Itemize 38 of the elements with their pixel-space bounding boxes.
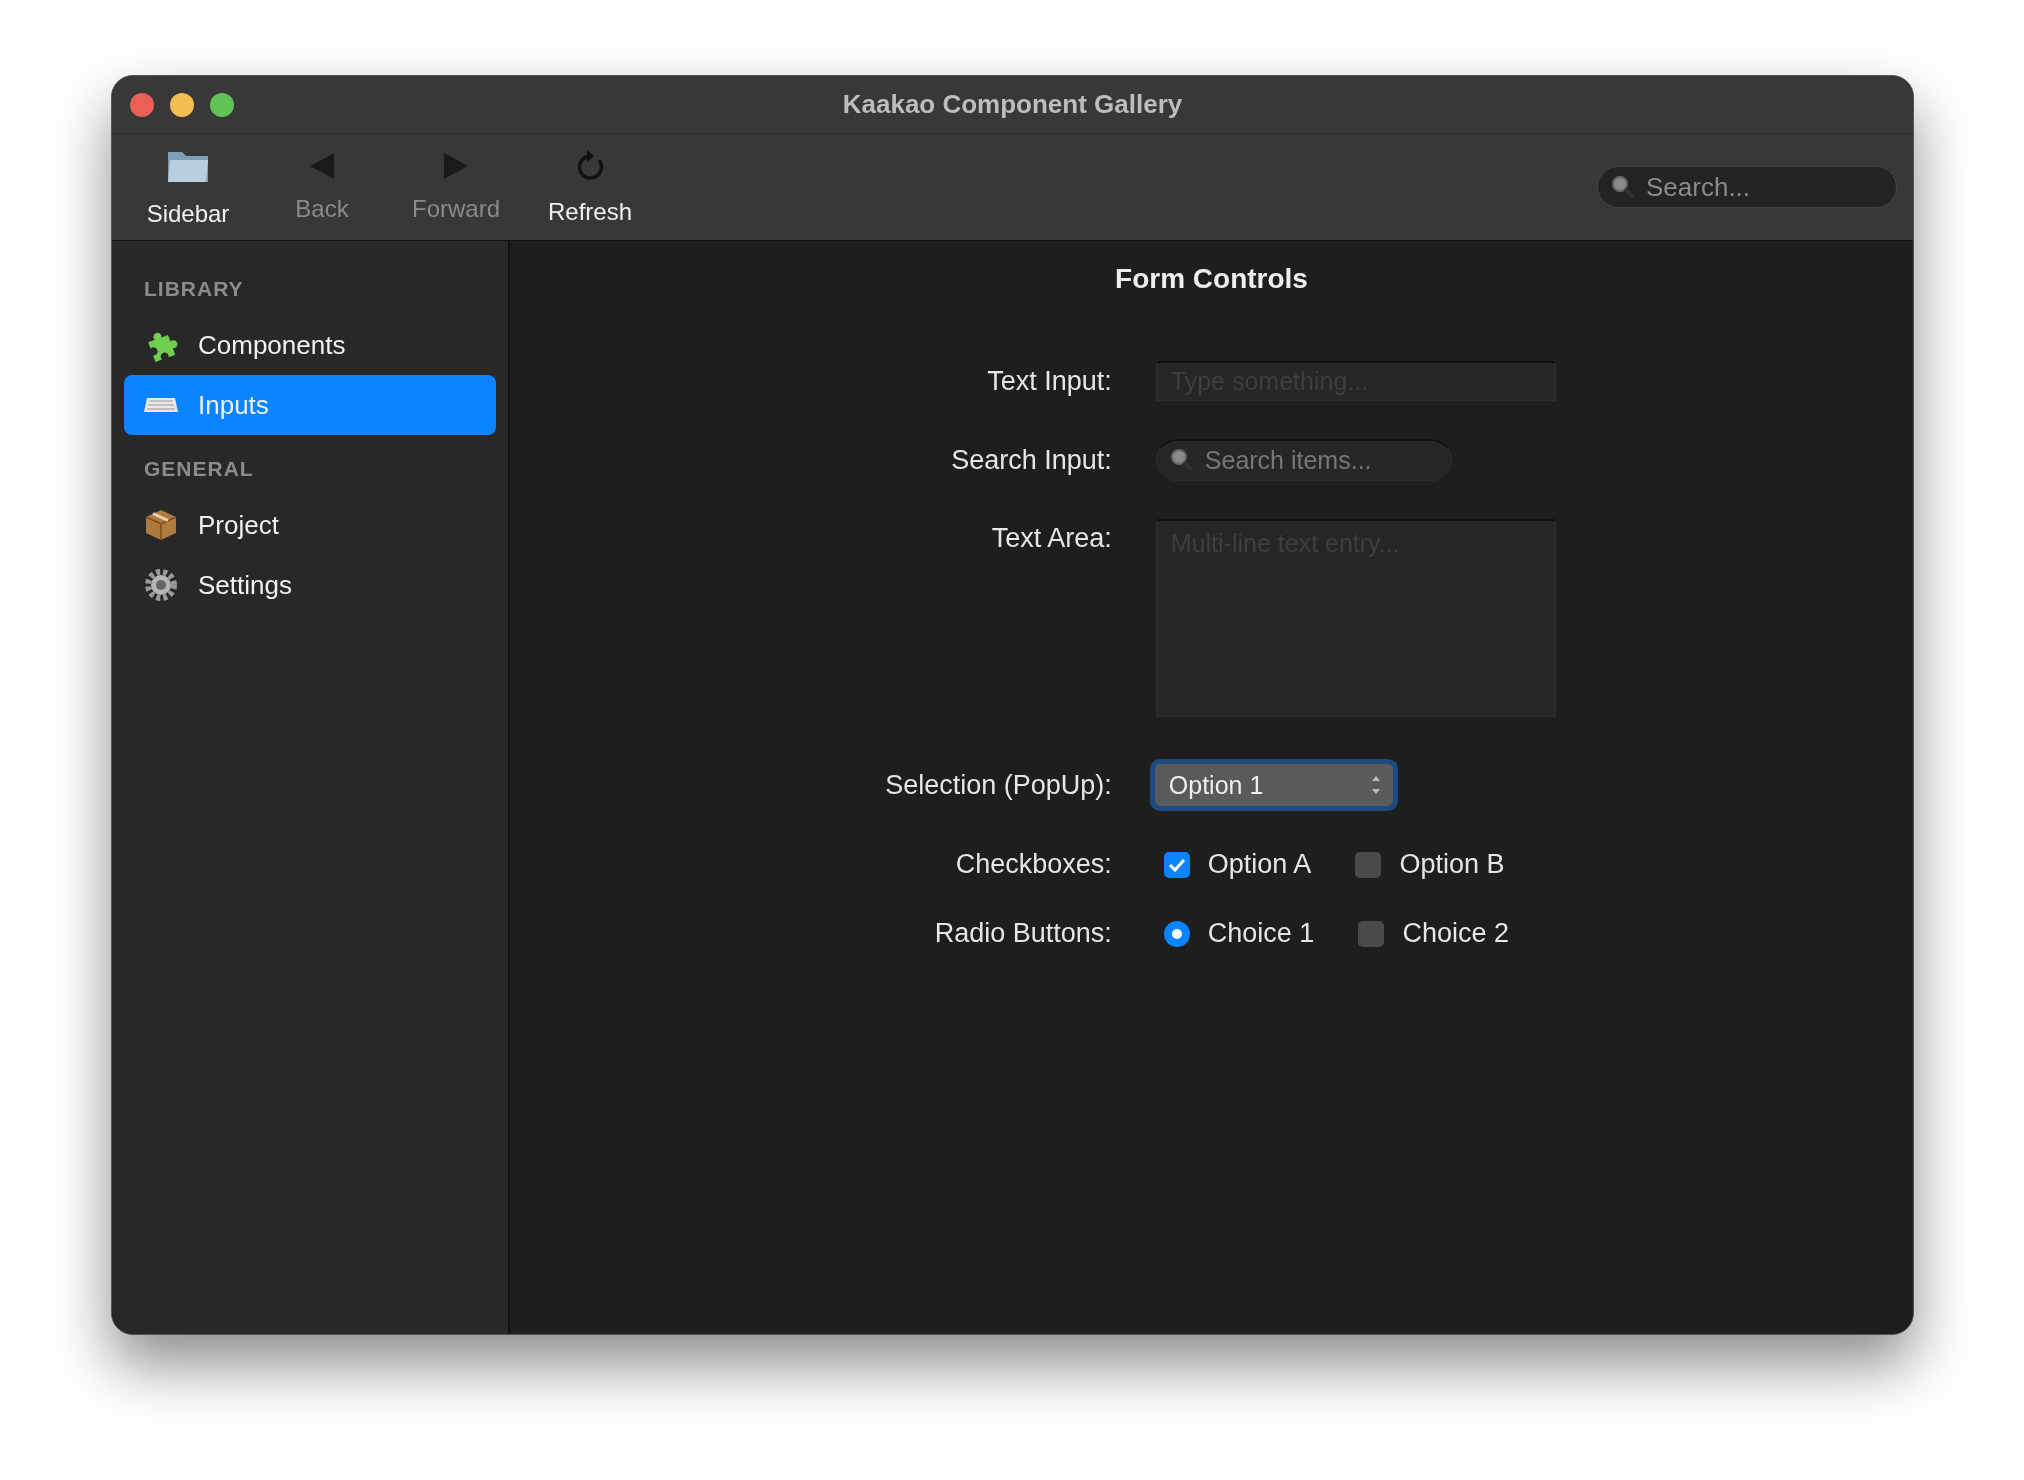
- field-label: Text Area:: [990, 522, 1112, 554]
- radio-button[interactable]: [1163, 920, 1190, 947]
- popup-button[interactable]: Option 1: [1149, 759, 1398, 811]
- field-label: Checkboxes:: [954, 849, 1112, 880]
- radio-label: Choice 2: [1402, 918, 1509, 949]
- left-triangle-icon: [308, 151, 336, 181]
- window-title: Kaakao Component Gallery: [842, 89, 1183, 120]
- section-heading: LIBRARY: [143, 276, 245, 302]
- search-input-field[interactable]: Search items...: [1155, 439, 1452, 481]
- field-label: Radio Buttons:: [933, 918, 1112, 949]
- search-icon: [1611, 175, 1635, 199]
- checkbox[interactable]: [1355, 851, 1382, 878]
- toolbar-button[interactable]: Sidebar: [124, 146, 252, 228]
- field-label: Text Input:: [986, 365, 1112, 397]
- sidebar-item[interactable]: Components: [124, 315, 496, 375]
- stepper-arrows-icon: [1370, 774, 1381, 796]
- radio-button[interactable]: [1358, 920, 1385, 947]
- dot-icon: [1171, 928, 1182, 939]
- package-icon: [144, 508, 178, 542]
- toolbar-button[interactable]: Refresh: [526, 148, 654, 226]
- search-icon: [1169, 448, 1194, 472]
- close-button[interactable]: [130, 92, 154, 117]
- section-heading: GENERAL: [143, 456, 255, 482]
- checkbox[interactable]: [1163, 851, 1190, 878]
- zoom-button[interactable]: [210, 92, 234, 117]
- field-label: Selection (PopUp):: [885, 769, 1112, 801]
- checkbox-label: Option A: [1207, 849, 1312, 880]
- checkbox-label: Option B: [1399, 849, 1505, 880]
- radio-label: Choice 1: [1207, 918, 1315, 949]
- keyboard-icon: [144, 395, 178, 415]
- right-triangle-icon: [442, 151, 470, 181]
- sidebar-item[interactable]: Project: [124, 495, 496, 555]
- minimize-button[interactable]: [170, 92, 194, 117]
- field-label: Search Input:: [950, 444, 1112, 476]
- search-field[interactable]: Search...: [1597, 166, 1897, 208]
- section-title: Form Controls: [1115, 263, 1308, 295]
- gear-icon: [144, 568, 178, 602]
- sidebar-item[interactable]: Settings: [124, 555, 496, 615]
